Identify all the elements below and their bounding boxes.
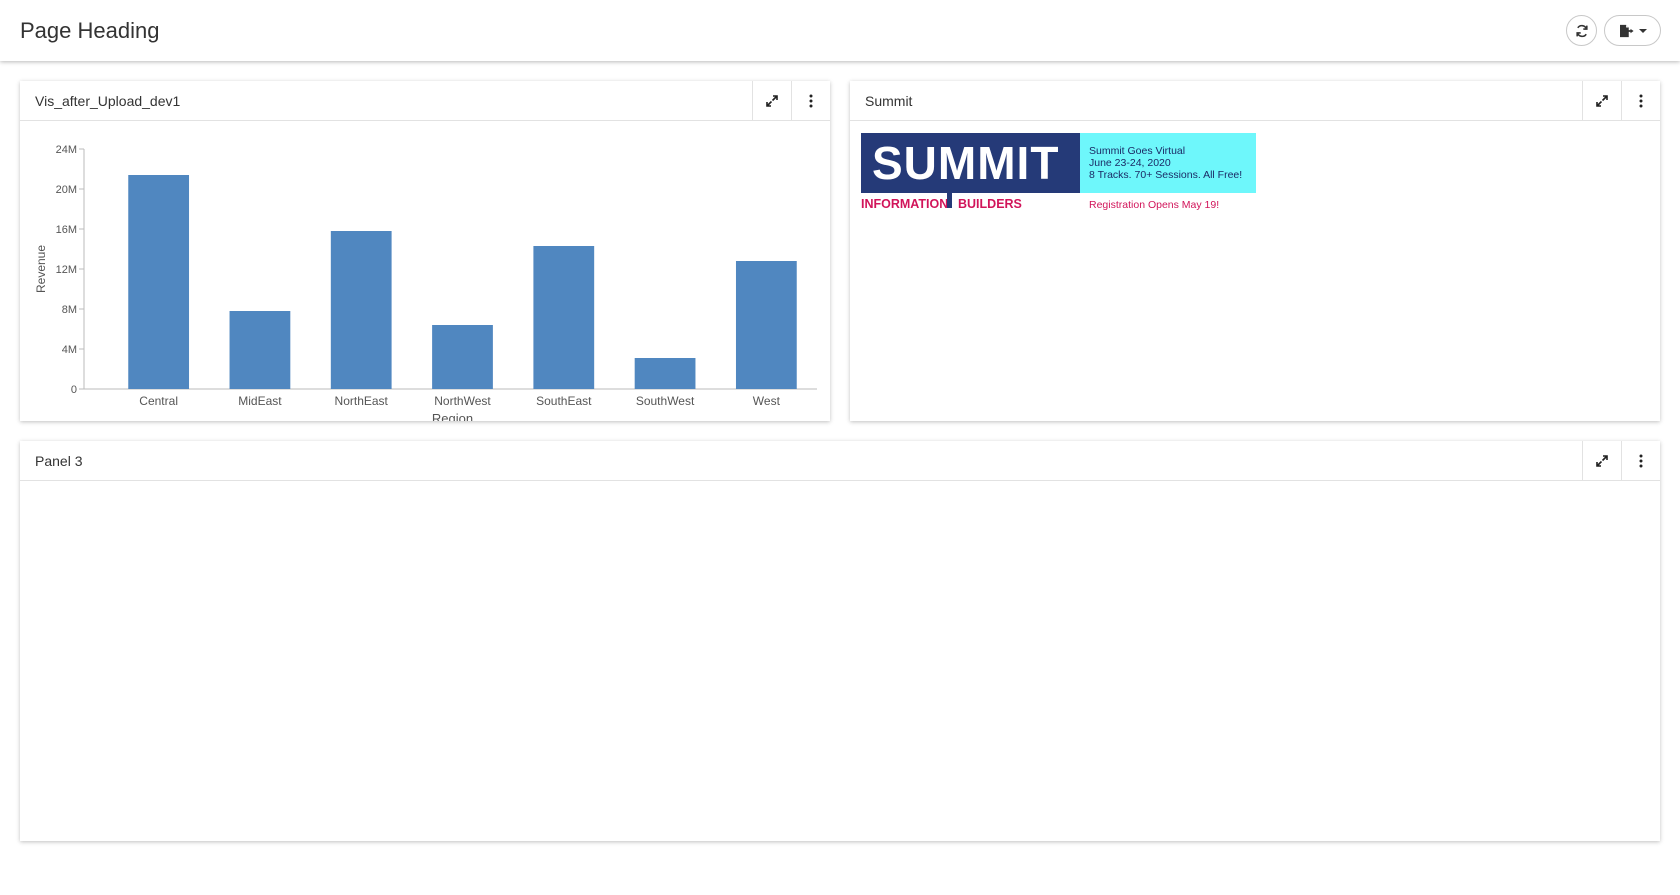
banner-line: June 23-24, 2020: [1089, 157, 1171, 169]
bar-northeast: [330, 231, 392, 389]
more-vertical-icon: [1639, 454, 1643, 468]
panel-header: Panel 3: [20, 441, 1660, 481]
x-tick-label: SouthEast: [536, 394, 592, 408]
panel-menu-button[interactable]: [1621, 441, 1660, 481]
x-tick-label: Central: [139, 394, 178, 408]
y-tick-label: 4M: [62, 344, 77, 356]
expand-button[interactable]: [752, 81, 791, 121]
expand-icon: [1596, 95, 1608, 107]
bar-southwest: [634, 358, 696, 389]
panel-header: Summit: [850, 81, 1660, 121]
panel-header: Vis_after_Upload_dev1: [20, 81, 830, 121]
x-tick-label: West: [753, 394, 781, 408]
bar-southeast: [533, 246, 595, 389]
panel-summit: Summit SUMMIT Summit Goes Virtual June 2…: [850, 81, 1660, 421]
x-tick-label: SouthWest: [636, 394, 695, 408]
page-title: Page Heading: [20, 18, 160, 43]
x-axis-title: Region: [432, 411, 473, 421]
banner-logo-block: SUMMIT: [861, 133, 1080, 193]
panel-menu-button[interactable]: [1621, 81, 1660, 121]
banner-brand-text: BUILDERS: [958, 197, 1022, 211]
more-vertical-icon: [1639, 94, 1643, 108]
expand-icon: [1596, 455, 1608, 467]
banner-registration-text: Registration Opens May 19!: [1089, 199, 1220, 211]
export-icon: [1619, 24, 1634, 37]
y-axis-title: Revenue: [34, 245, 48, 293]
x-tick-label: NorthEast: [335, 394, 389, 408]
y-tick-label: 8M: [62, 304, 77, 316]
panel-vis: Vis_after_Upload_dev1 0 4M 8M 12M 16M 20M 24M C…: [20, 81, 830, 421]
panel-title: Vis_after_Upload_dev1: [35, 93, 181, 109]
panel-title: Panel 3: [35, 453, 83, 469]
refresh-button[interactable]: [1566, 15, 1597, 46]
expand-button[interactable]: [1582, 441, 1621, 481]
page-header: Page Heading: [0, 0, 1680, 61]
banner-info-block: Summit Goes Virtual June 23-24, 2020 8 T…: [1080, 133, 1256, 193]
y-tick-label: 20M: [56, 184, 77, 196]
y-tick-label: 16M: [56, 224, 77, 236]
expand-button[interactable]: [1582, 81, 1621, 121]
refresh-icon: [1575, 24, 1588, 37]
banner-brand-text: INFORMATION: [861, 197, 949, 211]
panel-title: Summit: [865, 93, 913, 109]
panel-3: Panel 3: [20, 441, 1660, 841]
banner-line: 8 Tracks. 70+ Sessions. All Free!: [1089, 169, 1243, 181]
expand-icon: [766, 95, 778, 107]
revenue-bar-chart: 0 4M 8M 12M 16M 20M 24M Central MidEast NorthEast…: [34, 144, 817, 421]
export-button[interactable]: [1604, 15, 1661, 46]
y-tick-label: 0: [71, 384, 77, 396]
summit-banner-image: SUMMIT Summit Goes Virtual June 23-24, 2…: [861, 133, 1256, 213]
banner-logo-text: SUMMIT: [872, 137, 1060, 189]
more-vertical-icon: [809, 94, 813, 108]
bar-central: [128, 175, 190, 389]
y-tick-label: 24M: [56, 144, 77, 156]
bar-mideast: [229, 311, 291, 389]
x-tick-label: MidEast: [238, 394, 282, 408]
panel-menu-button[interactable]: [791, 81, 830, 121]
bar-west: [735, 261, 797, 389]
banner-line: Summit Goes Virtual: [1089, 145, 1186, 157]
bar-northwest: [432, 325, 493, 389]
x-tick-label: NorthWest: [434, 394, 491, 408]
banner-divider: [947, 192, 952, 208]
y-tick-label: 12M: [56, 264, 77, 276]
chevron-down-icon: [1638, 28, 1647, 33]
